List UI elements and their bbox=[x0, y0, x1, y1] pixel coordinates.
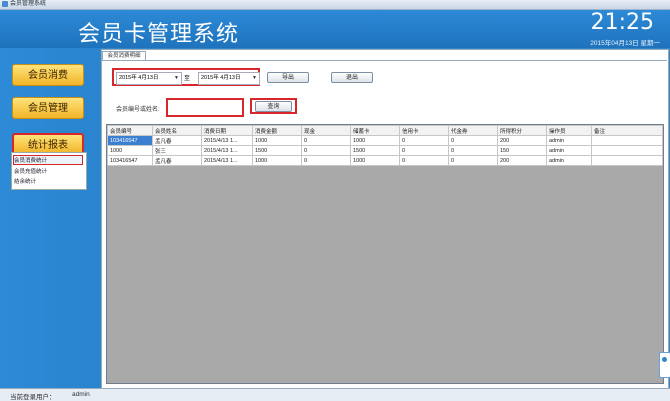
consume-detail-table: 会员编号 会员姓名 消费日期 消费金额 现金 储蓄卡 信用卡 代金券 所得积分 … bbox=[107, 125, 663, 166]
cell: 2015/4/13 1... bbox=[201, 145, 253, 156]
submenu-recharge-stats[interactable]: 会员充值统计 bbox=[14, 167, 47, 175]
query-button-frame: 查询 bbox=[250, 98, 297, 114]
nav-member-consume-button[interactable]: 会员消费 bbox=[12, 64, 84, 86]
cell: 孟凡春 bbox=[152, 155, 202, 166]
cell: 0 bbox=[301, 155, 351, 166]
exit-button[interactable]: 退出 bbox=[331, 72, 373, 83]
app-title: 会员卡管理系统 bbox=[78, 22, 240, 47]
chevron-down-icon[interactable]: ▼ bbox=[174, 73, 179, 84]
col-member-name[interactable]: 会员姓名 bbox=[152, 125, 202, 136]
submenu-consume-stats[interactable]: 会员消费统计 bbox=[13, 155, 83, 165]
col-voucher[interactable]: 代金券 bbox=[448, 125, 498, 136]
cell: 103416547 bbox=[107, 135, 153, 146]
cell: admin bbox=[546, 155, 592, 166]
cell bbox=[591, 155, 663, 166]
col-points[interactable]: 所得积分 bbox=[497, 125, 547, 136]
cell: 1000 bbox=[252, 155, 302, 166]
window-titlebar: 会员管理系统 bbox=[0, 0, 670, 10]
cell: 0 bbox=[301, 145, 351, 156]
table-row[interactable]: 103416547 孟凡春 2015/4/13 1... 1000 0 1000… bbox=[107, 135, 663, 146]
cell: 200 bbox=[497, 135, 547, 146]
nav-member-manage-button[interactable]: 会员管理 bbox=[12, 97, 84, 119]
cell: 150 bbox=[497, 145, 547, 156]
cell: 孟凡春 bbox=[152, 135, 202, 146]
cell: 0 bbox=[399, 135, 449, 146]
export-button[interactable]: 导出 bbox=[267, 72, 309, 83]
chevron-down-icon[interactable]: ▼ bbox=[252, 73, 257, 84]
reports-submenu: 会员消费统计 会员充值统计 结余统计 bbox=[11, 152, 87, 190]
col-credit-card[interactable]: 信用卡 bbox=[399, 125, 449, 136]
date-range-filter: 2015年 4月13日 ▼ 至 2015年 4月13日 ▼ bbox=[112, 68, 260, 86]
tab-divider bbox=[101, 60, 667, 61]
cell: 张三 bbox=[152, 145, 202, 156]
submenu-balance-stats[interactable]: 结余统计 bbox=[14, 177, 36, 185]
search-label: 会员编号或姓名: bbox=[116, 107, 160, 113]
col-member-id[interactable]: 会员编号 bbox=[107, 125, 153, 136]
cell: admin bbox=[546, 135, 592, 146]
date-range-separator: 至 bbox=[184, 76, 191, 82]
app-icon bbox=[2, 1, 8, 7]
col-consume-amount[interactable]: 消费金额 bbox=[252, 125, 302, 136]
col-remark[interactable]: 备注 bbox=[591, 125, 663, 136]
end-date-picker[interactable]: 2015年 4月13日 ▼ bbox=[198, 72, 260, 85]
cell: 0 bbox=[448, 145, 498, 156]
cell: 0 bbox=[399, 145, 449, 156]
cell: 1500 bbox=[252, 145, 302, 156]
header-banner: 会员卡管理系统 21:25 2015年04月13日 星期一 bbox=[0, 10, 670, 48]
cell bbox=[591, 135, 663, 146]
cell: 0 bbox=[448, 135, 498, 146]
status-bar: 当前登录用户： admin bbox=[0, 388, 670, 401]
table-header-row: 会员编号 会员姓名 消费日期 消费金额 现金 储蓄卡 信用卡 代金券 所得积分 … bbox=[107, 125, 663, 136]
cell: 0 bbox=[448, 155, 498, 166]
cell: 200 bbox=[497, 155, 547, 166]
window-title: 会员管理系统 bbox=[10, 1, 47, 7]
col-savings-card[interactable]: 储蓄卡 bbox=[350, 125, 400, 136]
cell: 0 bbox=[301, 135, 351, 146]
col-operator[interactable]: 操作员 bbox=[546, 125, 592, 136]
col-cash[interactable]: 现金 bbox=[301, 125, 351, 136]
cell: 2015/4/13 1... bbox=[201, 155, 253, 166]
cell: 103416547 bbox=[107, 155, 153, 166]
table-row[interactable]: 103416547 孟凡春 2015/4/13 1... 1000 0 1000… bbox=[107, 155, 663, 166]
search-input[interactable] bbox=[166, 98, 244, 117]
start-date-value: 2015年 4月13日 bbox=[119, 75, 159, 81]
cell: 1000 bbox=[107, 145, 153, 156]
clock-time: 21:25 bbox=[590, 10, 654, 35]
cell: 1000 bbox=[350, 155, 400, 166]
status-login-user: admin bbox=[72, 391, 90, 398]
cell: 0 bbox=[399, 155, 449, 166]
start-date-picker[interactable]: 2015年 4月13日 ▼ bbox=[116, 72, 182, 85]
cell: admin bbox=[546, 145, 592, 156]
floating-service-icon[interactable] bbox=[659, 352, 670, 378]
cell: 1000 bbox=[252, 135, 302, 146]
end-date-value: 2015年 4月13日 bbox=[201, 75, 241, 81]
cell: 1000 bbox=[350, 135, 400, 146]
col-consume-date[interactable]: 消费日期 bbox=[201, 125, 253, 136]
cell bbox=[591, 145, 663, 156]
consume-detail-grid[interactable]: 会员编号 会员姓名 消费日期 消费金额 现金 储蓄卡 信用卡 代金券 所得积分 … bbox=[106, 124, 664, 384]
cell: 1500 bbox=[350, 145, 400, 156]
table-row[interactable]: 1000 张三 2015/4/13 1... 1500 0 1500 0 0 1… bbox=[107, 145, 663, 156]
query-button[interactable]: 查询 bbox=[255, 101, 292, 112]
clock-date: 2015年04月13日 星期一 bbox=[590, 40, 660, 47]
cell: 2015/4/13 1... bbox=[201, 135, 253, 146]
